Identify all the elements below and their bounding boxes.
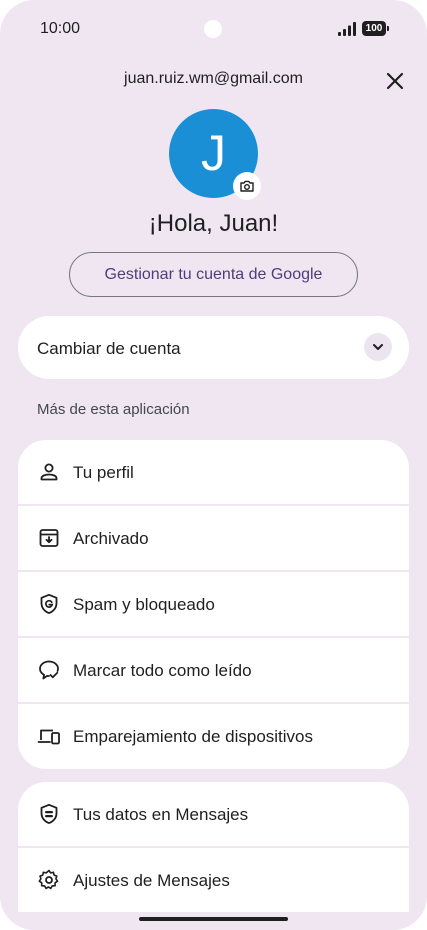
privacy-shield-icon (40, 803, 58, 824)
front-camera (204, 20, 222, 38)
menu-item-label: Emparejamiento de dispositivos (73, 727, 314, 746)
greeting: ¡Hola, Juan! (148, 210, 279, 237)
chevron-down-icon (373, 344, 383, 350)
manage-google-account-button[interactable]: Gestionar tu cuenta de Google (69, 252, 358, 297)
section-label: Más de esta aplicación (37, 401, 190, 418)
spam-shield-icon (40, 593, 58, 614)
person-icon (40, 463, 58, 481)
close-button[interactable] (380, 66, 410, 96)
mark-read-icon (39, 660, 59, 680)
menu-item-label: Spam y bloqueado (73, 595, 215, 614)
gear-icon (38, 869, 59, 890)
expand-accounts-button[interactable] (364, 333, 392, 361)
menu-item-device-pairing[interactable]: Emparejamiento de dispositivos (18, 704, 409, 769)
account-email: juan.ruiz.wm@gmail.com (124, 70, 303, 87)
change-photo-button[interactable] (233, 172, 261, 200)
menu-item-profile[interactable]: Tu perfil (18, 440, 409, 504)
menu-item-label: Marcar todo como leído (73, 661, 252, 680)
switch-account-label: Cambiar de cuenta (37, 339, 181, 358)
menu-item-spam[interactable]: Spam y bloqueado (18, 572, 409, 636)
menu-item-your-data[interactable]: Tus datos en Mensajes (18, 782, 409, 846)
devices-icon (37, 729, 60, 745)
account-menu-screen: 10:00 100 juan.ruiz.wm@gmail.com J ¡Hola… (0, 0, 427, 930)
menu-item-label: Ajustes de Mensajes (73, 871, 230, 890)
signal-icon (338, 22, 356, 36)
menu-item-label: Tu perfil (73, 463, 134, 482)
menu-item-label: Archivado (73, 529, 149, 548)
menu-item-messages-settings[interactable]: Ajustes de Mensajes (18, 848, 409, 912)
archive-icon (39, 529, 59, 547)
menu-item-archived[interactable]: Archivado (18, 506, 409, 570)
menu-item-label: Tus datos en Mensajes (73, 805, 249, 824)
camera-icon (240, 180, 254, 192)
app-menu-card: Tu perfil Archivado Spam y bloqueado Mar… (18, 440, 409, 769)
settings-menu-card: Tus datos en Mensajes Ajustes de Mensaje… (18, 782, 409, 912)
menu-item-mark-all-read[interactable]: Marcar todo como leído (18, 638, 409, 702)
close-icon (386, 72, 404, 90)
battery-icon: 100 (362, 21, 389, 36)
gesture-navigation-bar[interactable] (139, 917, 288, 921)
switch-account-button[interactable]: Cambiar de cuenta (18, 316, 409, 379)
status-time: 10:00 (40, 20, 81, 37)
